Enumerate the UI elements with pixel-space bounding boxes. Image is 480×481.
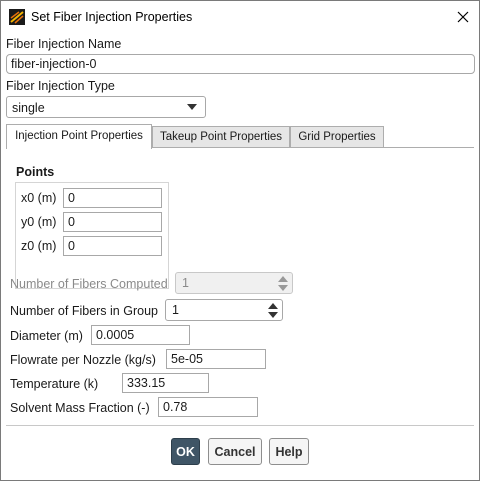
ok-button[interactable]: OK [171, 438, 200, 465]
close-button[interactable] [447, 1, 479, 33]
y0-label: y0 (m) [21, 215, 57, 229]
injection-type-label: Fiber Injection Type [6, 79, 115, 93]
solvent-mass-fraction-label: Solvent Mass Fraction (-) [10, 401, 150, 415]
z0-label: z0 (m) [21, 239, 57, 253]
button-separator [6, 425, 474, 426]
cancel-button[interactable]: Cancel [208, 438, 262, 465]
injection-type-dropdown[interactable]: single [6, 96, 206, 118]
flowrate-input[interactable] [166, 349, 266, 369]
y0-input[interactable] [63, 212, 162, 232]
fibers-in-group-spinner[interactable]: 1 [165, 299, 283, 321]
fibers-computed-spinner: 1 [175, 272, 293, 294]
spin-up-icon[interactable] [268, 302, 278, 310]
fibers-in-group-value: 1 [172, 303, 179, 317]
close-icon [457, 11, 469, 23]
tab-injection-point[interactable]: Injection Point Properties [6, 124, 152, 149]
fibers-in-group-label: Number of Fibers in Group [10, 304, 158, 318]
temperature-label: Temperature (k) [10, 377, 99, 391]
dialog-content: Fiber Injection Name Fiber Injection Typ… [1, 33, 479, 480]
dialog-window: Set Fiber Injection Properties Fiber Inj… [0, 0, 480, 481]
tab-takeup-point[interactable]: Takeup Point Properties [152, 126, 290, 148]
diameter-input[interactable] [91, 325, 190, 345]
solvent-mass-fraction-input[interactable] [158, 397, 258, 417]
points-group-title: Points [16, 165, 55, 179]
x0-label: x0 (m) [21, 191, 57, 205]
injection-type-value: single [12, 101, 45, 115]
fibers-computed-value: 1 [182, 276, 189, 290]
chevron-down-icon [187, 104, 197, 110]
title-bar[interactable]: Set Fiber Injection Properties [1, 1, 479, 33]
diameter-label: Diameter (m) [10, 329, 83, 343]
tab-grid[interactable]: Grid Properties [290, 126, 384, 148]
flowrate-label: Flowrate per Nozzle (kg/s) [10, 353, 156, 367]
z0-input[interactable] [63, 236, 162, 256]
app-icon [9, 9, 25, 25]
x0-input[interactable] [63, 188, 162, 208]
fibers-computed-label: Number of Fibers Computed [10, 277, 168, 291]
injection-name-input[interactable] [6, 54, 475, 74]
temperature-input[interactable] [122, 373, 209, 393]
window-title: Set Fiber Injection Properties [31, 10, 193, 24]
help-button[interactable]: Help [269, 438, 309, 465]
spin-down-icon [278, 285, 288, 291]
injection-name-label: Fiber Injection Name [6, 37, 122, 51]
spin-down-icon[interactable] [268, 311, 278, 319]
spin-up-icon [278, 276, 288, 282]
